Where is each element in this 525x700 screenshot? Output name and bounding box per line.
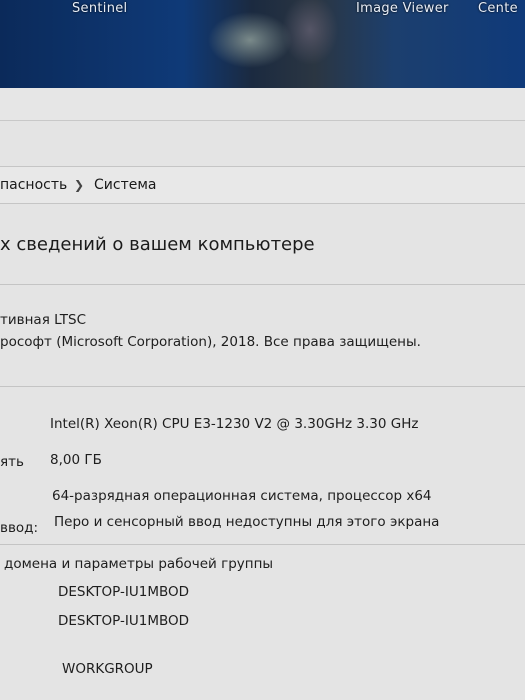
desktop-icon-label-image-viewer[interactable]: Image Viewer — [356, 1, 449, 16]
page-title: х сведений о вашем компьютере — [0, 234, 315, 255]
window-title-bar — [0, 88, 525, 121]
windows-edition: тивная LTSC — [0, 312, 87, 328]
chevron-right-icon: ❯ — [74, 178, 85, 192]
breadcrumb-item-system[interactable]: Система — [94, 167, 156, 203]
desktop-icon-label-cente[interactable]: Cente — [478, 1, 518, 16]
domain-section-heading: домена и параметры рабочей группы — [4, 556, 274, 572]
system-type-value: 64-разрядная операционная система, проце… — [52, 488, 432, 504]
breadcrumb: пасность ❯ Система — [0, 166, 525, 204]
ram-value: 8,00 ГБ — [50, 452, 102, 468]
desktop-icon-label-sentinel[interactable]: Sentinel — [72, 1, 127, 16]
system-window: пасность ❯ Система х сведений о вашем ко… — [0, 88, 525, 700]
pen-touch-label: ввод: — [0, 520, 39, 536]
processor-value: Intel(R) Xeon(R) CPU E3-1230 V2 @ 3.30GH… — [50, 416, 419, 432]
pen-touch-value: Перо и сенсорный ввод недоступны для это… — [54, 514, 440, 530]
full-computer-name-value: DESKTOP-IU1MBOD — [58, 613, 190, 629]
computer-name-value: DESKTOP-IU1MBOD — [58, 584, 190, 600]
ram-label: ять — [0, 454, 24, 470]
divider — [0, 544, 525, 545]
divider — [0, 284, 525, 285]
workgroup-value: WORKGROUP — [62, 661, 153, 677]
copyright-text: рософт (Microsoft Corporation), 2018. Вс… — [0, 334, 421, 350]
desktop-wallpaper: Sentinel Image Viewer Cente — [0, 0, 525, 88]
divider — [0, 386, 525, 387]
breadcrumb-item-security[interactable]: пасность — [0, 167, 67, 203]
